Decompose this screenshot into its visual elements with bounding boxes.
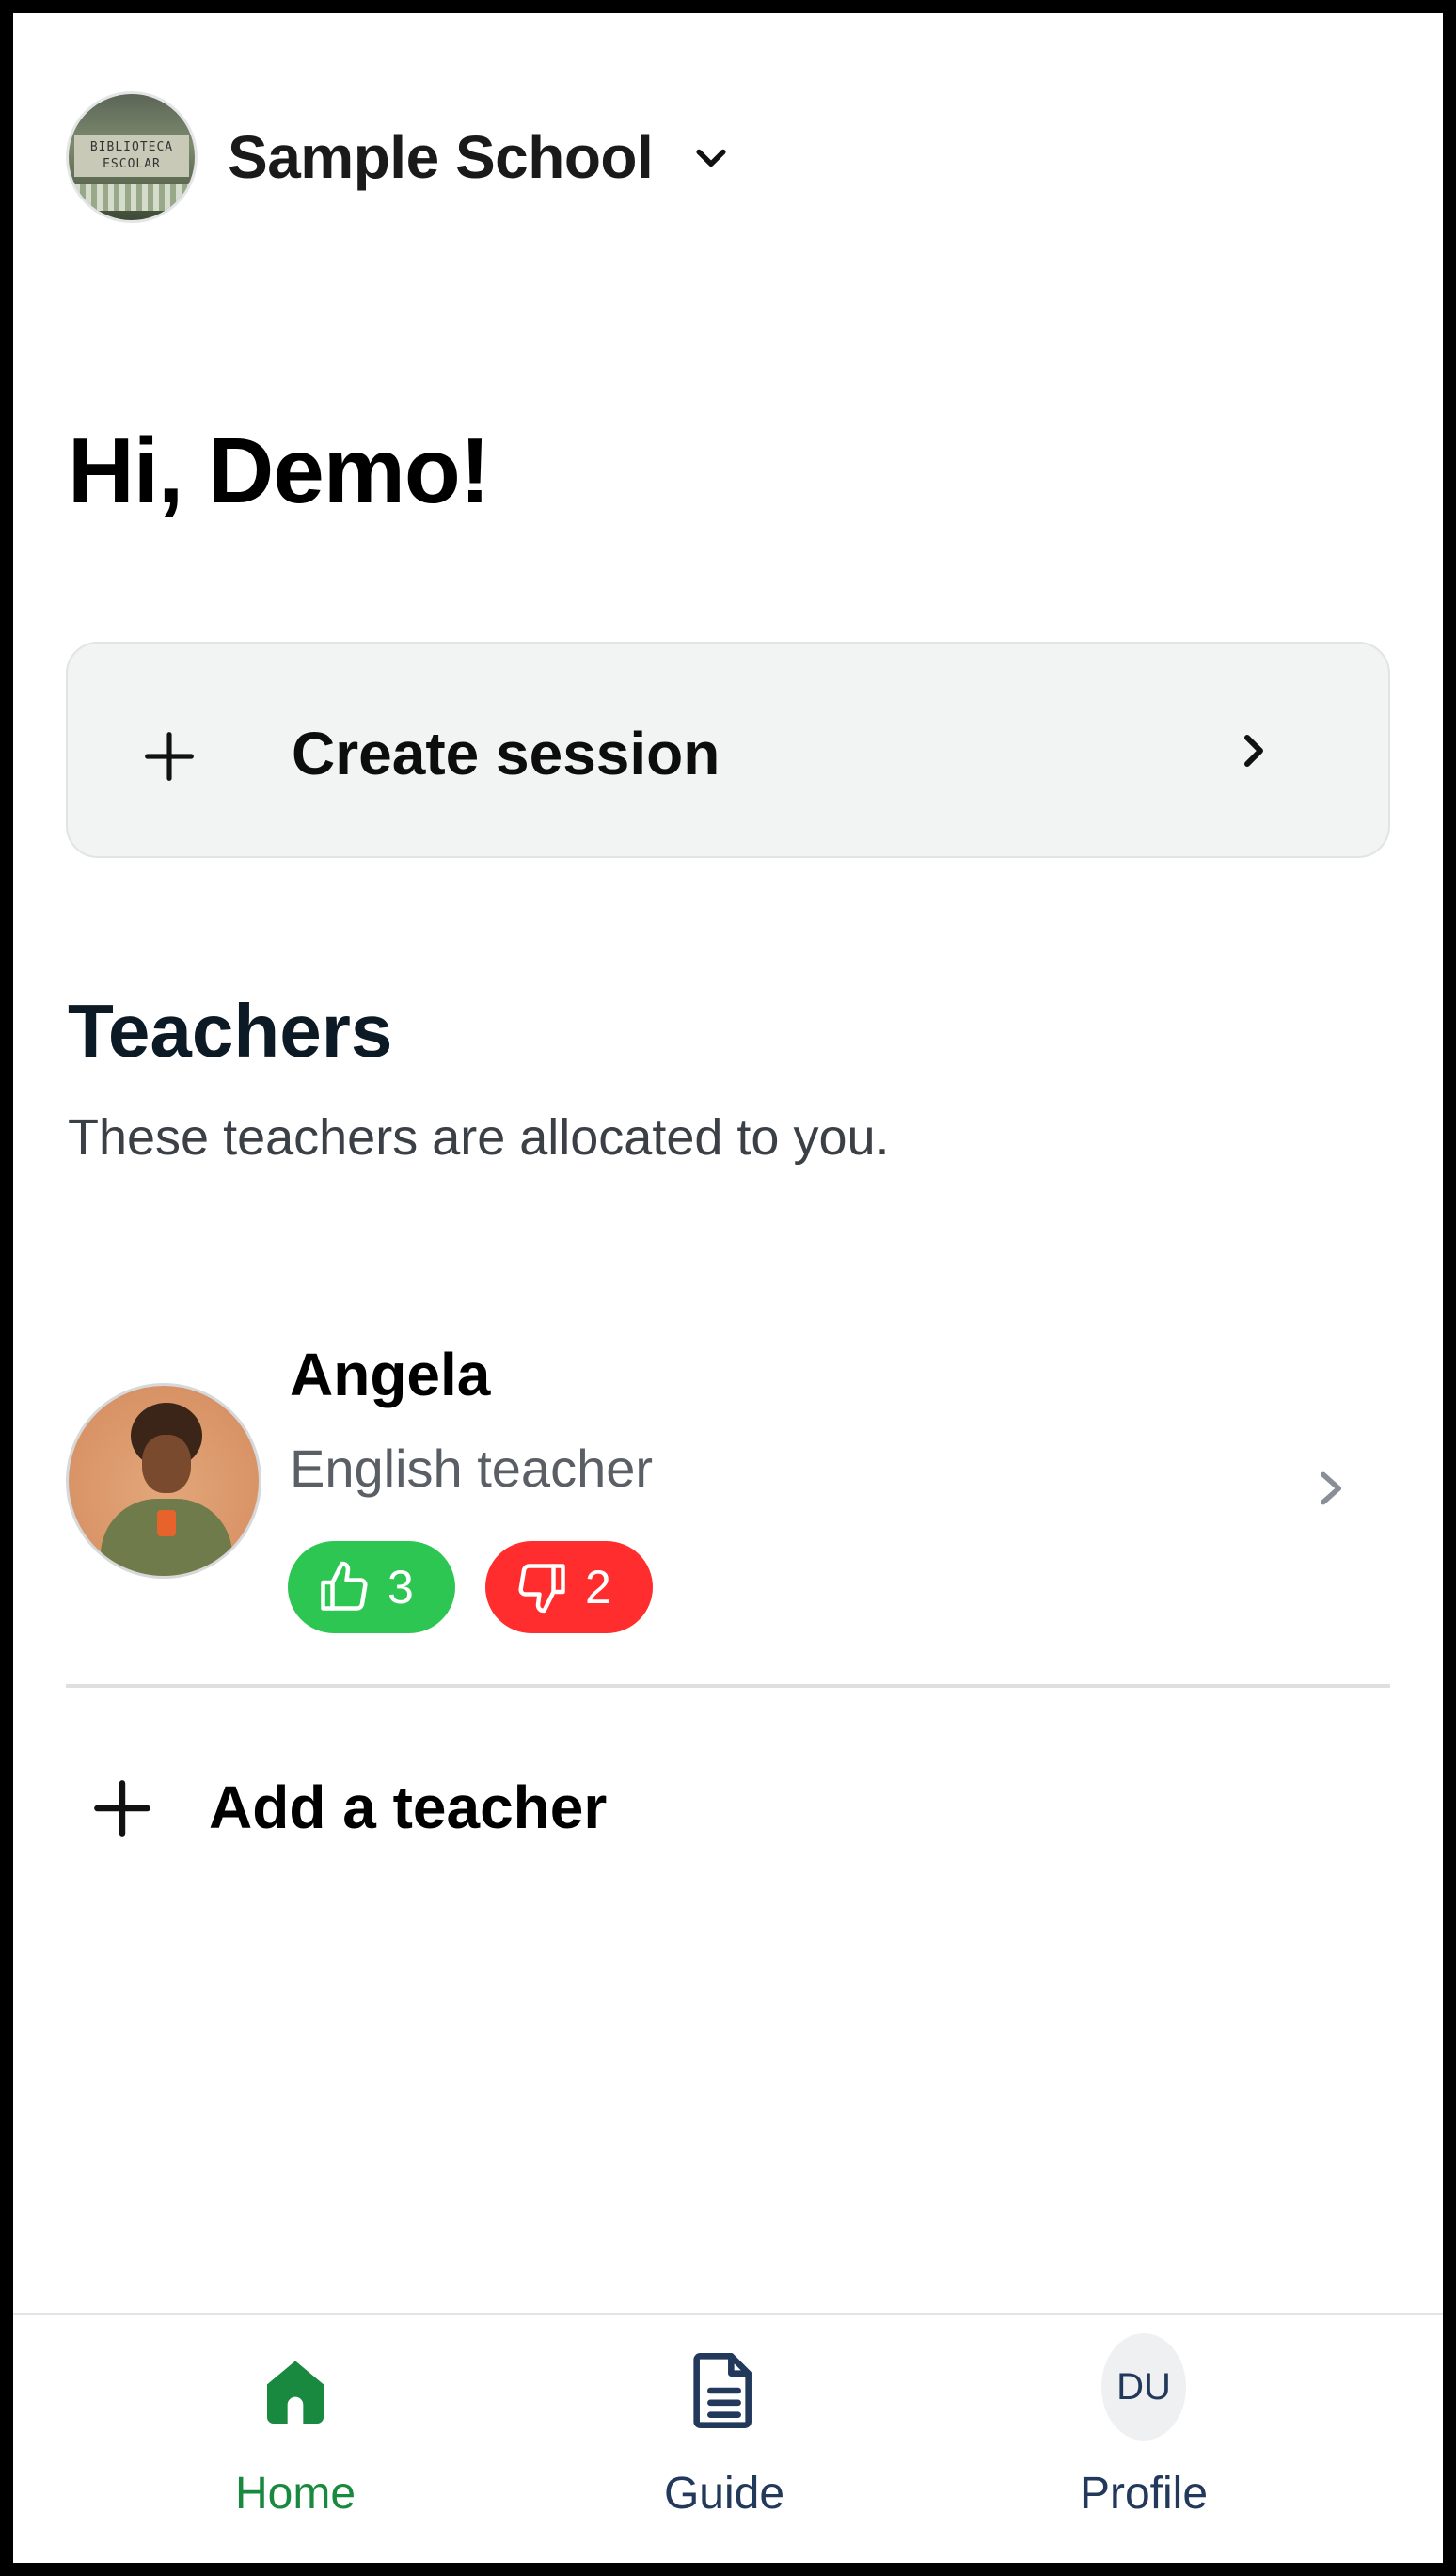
- school-logo-railing: [69, 184, 195, 211]
- teachers-section-subtitle: These teachers are allocated to you.: [68, 1109, 890, 1166]
- avatar-face-shape: [142, 1435, 191, 1493]
- teacher-name: Angela: [290, 1341, 491, 1408]
- document-icon: [693, 2353, 752, 2428]
- dislikes-count: 2: [585, 1561, 611, 1614]
- chevron-right-icon: [1321, 1471, 1342, 1505]
- school-logo-sign: BIBLIOTECA ESCOLAR: [74, 135, 189, 177]
- add-teacher-button[interactable]: Add a teacher: [66, 1752, 1390, 1865]
- nav-home-label: Home: [234, 2469, 356, 2519]
- avatar-phone-shape: [157, 1510, 176, 1536]
- school-logo-line-1: BIBLIOTECA: [89, 140, 174, 154]
- create-session-label: Create session: [292, 720, 720, 787]
- teachers-section-title: Teachers: [68, 989, 393, 1073]
- document-icon-wrapper: [682, 2344, 767, 2438]
- school-logo-line-2: ESCOLAR: [103, 157, 161, 171]
- home-icon-wrapper: [253, 2344, 338, 2438]
- chevron-right-icon: [1244, 735, 1263, 767]
- school-switcher[interactable]: BIBLIOTECA ESCOLAR Sample School: [66, 85, 732, 230]
- school-name: Sample School: [228, 123, 654, 191]
- teacher-avatar: [66, 1383, 261, 1579]
- profile-avatar-wrapper: DU: [1101, 2333, 1186, 2441]
- divider: [66, 1684, 1390, 1688]
- home-icon: [267, 2361, 324, 2424]
- create-session-button[interactable]: Create session: [66, 642, 1390, 858]
- bottom-navigation: Home Guide DU Profile: [13, 2313, 1443, 2563]
- teacher-role: English teacher: [290, 1439, 654, 1498]
- nav-profile-label: Profile: [1079, 2469, 1209, 2519]
- school-logo: BIBLIOTECA ESCOLAR: [66, 91, 198, 223]
- dislikes-badge: 2: [485, 1541, 653, 1633]
- plus-icon: [145, 732, 194, 781]
- greeting-heading: Hi, Demo!: [68, 419, 490, 522]
- add-teacher-label: Add a teacher: [209, 1773, 608, 1841]
- profile-avatar: DU: [1101, 2333, 1186, 2441]
- teacher-row[interactable]: Angela English teacher 3 2: [66, 1340, 1390, 1650]
- nav-guide[interactable]: Guide: [602, 2344, 847, 2541]
- app-screen: BIBLIOTECA ESCOLAR Sample School Hi, Dem…: [13, 13, 1443, 2563]
- plus-icon: [94, 1780, 150, 1837]
- thumbs-up-icon: [321, 1561, 368, 1611]
- thumbs-down-icon: [518, 1564, 565, 1614]
- chevron-down-icon[interactable]: [690, 136, 732, 178]
- nav-profile[interactable]: DU Profile: [1021, 2333, 1266, 2541]
- likes-count: 3: [388, 1561, 414, 1614]
- likes-badge: 3: [288, 1541, 455, 1633]
- nav-guide-label: Guide: [663, 2469, 785, 2519]
- nav-home[interactable]: Home: [173, 2344, 418, 2541]
